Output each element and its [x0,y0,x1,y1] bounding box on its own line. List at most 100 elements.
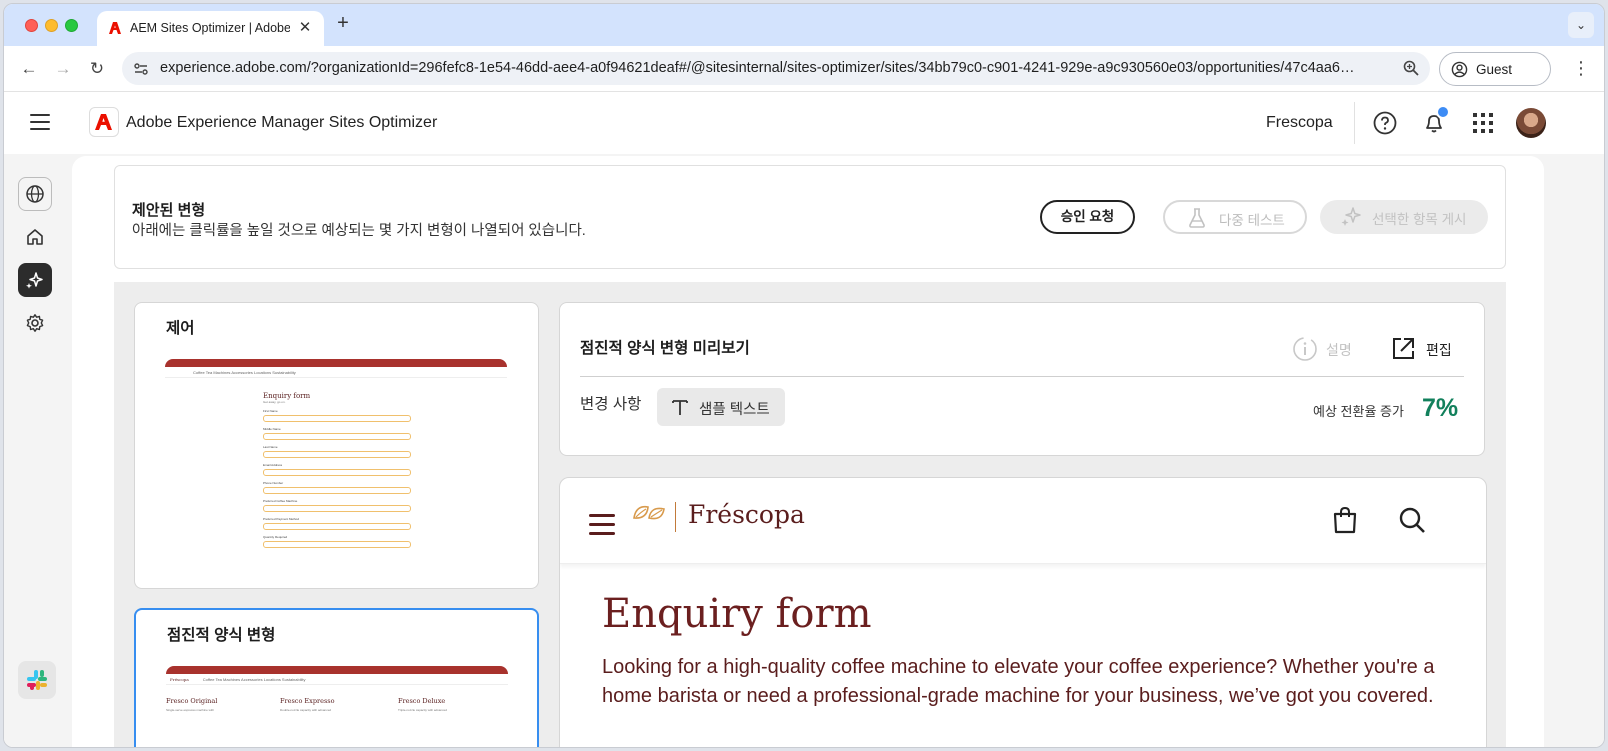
request-approval-button[interactable]: 승인 요청 [1040,200,1135,234]
main-content: 제안된 변형 아래에는 클릭률을 높일 것으로 예상되는 몇 가지 변형이 나열… [68,154,1604,747]
thumbnail-field-input [263,415,411,422]
preview-title: 점진적 양식 변형 미리보기 [580,340,750,357]
browser-toolbar: ← → ↻ experience.adobe.com/?organization… [4,46,1604,92]
thumbnail-field-label: Last Name [263,445,278,449]
site-logo-leaf-icon [633,505,665,520]
profile-button[interactable]: Guest [1439,52,1551,86]
reload-button[interactable]: ↻ [84,56,110,82]
site-search-icon [1399,507,1425,533]
slack-button[interactable] [18,661,56,699]
rail-home-button[interactable] [18,220,52,254]
tab-close-icon[interactable]: ✕ [296,18,314,36]
globe-icon [26,185,44,203]
new-tab-button[interactable]: + [332,12,354,35]
publish-selected-button[interactable]: 선택한 항목 게시 [1320,200,1488,234]
browser-window: AEM Sites Optimizer | Adobe Experience M… [3,3,1605,748]
thumbnail-product: Fresco Original Single-serve espresso mac… [166,697,218,712]
thumbnail-product: Fresco Expresso Double-nozzle capacity wi… [280,697,335,712]
thumbnail-field-label: First Name [263,409,278,413]
changes-label: 변경 사항 [580,396,642,413]
left-rail [4,154,68,747]
thumbnail-banner: FREE SHIPPING FROM $50 & FREE COFFEE SAM… [165,359,507,373]
site-info-icon[interactable] [132,60,150,78]
thumbnail-field-input [263,433,411,440]
thumbnail-product: Fresco Deluxe Triple-nozzle capacity with… [398,697,447,712]
thumbnail-field-input [263,505,411,512]
adobe-logo[interactable] [89,107,119,137]
forward-button[interactable]: → [50,56,76,82]
tab-title: AEM Sites Optimizer | Adobe Experience M… [130,21,290,35]
preview-divider [580,376,1464,377]
minimize-window-button[interactable] [45,19,58,32]
rail-settings-button[interactable] [18,306,52,340]
app-title: Adobe Experience Manager Sites Optimizer [126,114,438,131]
org-switcher[interactable]: Frescopa [1266,114,1333,132]
user-avatar[interactable] [1516,108,1546,138]
thumbnail-field-input [263,541,411,548]
publish-selected-label: 선택한 항목 게시 [1372,212,1467,227]
slack-icon [27,670,47,690]
suggested-variations-title: 제안된 변형 [132,202,206,219]
zoom-icon[interactable] [1402,59,1420,77]
help-icon[interactable] [1372,110,1398,136]
tab-search-button[interactable]: ⌄ [1568,12,1594,38]
profile-icon [1451,61,1468,78]
thumbnail-field-input [263,523,411,530]
url-text: experience.adobe.com/?organizationId=296… [160,60,1355,76]
adobe-favicon-icon [109,22,121,34]
change-chip[interactable]: 샘플 텍스트 [657,388,785,426]
site-brand-divider [675,502,676,532]
browser-menu-icon[interactable]: ⋮ [1572,58,1590,79]
thumbnail-field-input [263,451,411,458]
conversion-label: 예상 전환율 증가 [1313,404,1404,419]
site-intro-text: Looking for a high-quality coffee machin… [602,656,1435,707]
info-sparkle-icon [1293,337,1317,361]
app-header: Adobe Experience Manager Sites Optimizer… [4,92,1604,154]
text-icon [672,400,688,415]
explain-button[interactable]: 설명 [1326,340,1352,360]
header-divider [1354,102,1355,144]
back-button[interactable]: ← [16,56,42,82]
app-switcher-icon[interactable] [1470,110,1496,136]
variant-title: 점진적 양식 변형 [167,627,276,644]
thumbnail-field-label: Email Address [263,463,283,467]
open-edit-icon [1393,338,1414,359]
home-icon [27,229,43,245]
edit-button[interactable]: 편집 [1426,340,1452,360]
conversion-value: 7% [1422,394,1459,422]
profile-label: Guest [1476,62,1513,77]
thumbnail-field-label: Phone Number [263,481,284,485]
rail-sites-button[interactable] [18,177,52,211]
rail-opportunities-button[interactable] [18,263,52,297]
site-header: Fréscopa [560,478,1486,564]
sparkle-icon [26,272,43,289]
multi-test-label: 다중 테스트 [1219,213,1285,228]
site-preview: Fréscopa Enquiry form Looking for a high… [559,477,1487,747]
thumbnail-field-label: Quantity Required [263,535,288,539]
variant-preview-header: 점진적 양식 변형 미리보기 설명 편집 변경 사항 샘플 텍스트 예상 전환율… [559,302,1485,456]
site-menu-icon [589,514,615,541]
site-page-heading: Enquiry form [602,591,872,637]
menu-toggle-icon[interactable] [30,114,50,130]
site-brand: Fréscopa [688,500,805,529]
maximize-window-button[interactable] [65,19,78,32]
multi-test-button[interactable]: 다중 테스트 [1163,200,1307,234]
address-bar[interactable]: experience.adobe.com/?organizationId=296… [122,52,1430,85]
browser-tab[interactable]: AEM Sites Optimizer | Adobe Experience M… [97,11,324,46]
thumbnail-field-label: Preferred Payment Method [263,517,300,521]
thumbnail-form-sub: Get away, go on. [263,400,286,404]
thumbnail-form: Enquiry form Get away, go on. First Name… [263,392,411,548]
thumbnail-banner: FREE SHIPPING FROM $50 & FREE COFFEE SAM… [166,666,508,680]
shopping-bag-icon [1333,506,1357,534]
tab-strip: AEM Sites Optimizer | Adobe Experience M… [4,4,1604,46]
adobe-logo-icon [95,114,112,130]
variant-card-progressive-form[interactable]: 점진적 양식 변형 FREE SHIPPING FROM $50 & FREE … [134,608,539,747]
variant-thumbnail: FREE SHIPPING FROM $50 & FREE COFFEE SAM… [165,359,507,587]
thumbnail-form-heading: Enquiry form [263,392,311,400]
variant-card-control[interactable]: 제어 FREE SHIPPING FROM $50 & FREE COFFEE … [134,302,539,589]
suggested-variations-description: 아래에는 클릭률을 높일 것으로 예상되는 몇 가지 변형이 나열되어 있습니다… [132,223,586,239]
variant-thumbnail: FREE SHIPPING FROM $50 & FREE COFFEE SAM… [166,666,508,747]
notification-badge [1436,105,1450,119]
close-window-button[interactable] [25,19,38,32]
thumbnail-field-input [263,469,411,476]
